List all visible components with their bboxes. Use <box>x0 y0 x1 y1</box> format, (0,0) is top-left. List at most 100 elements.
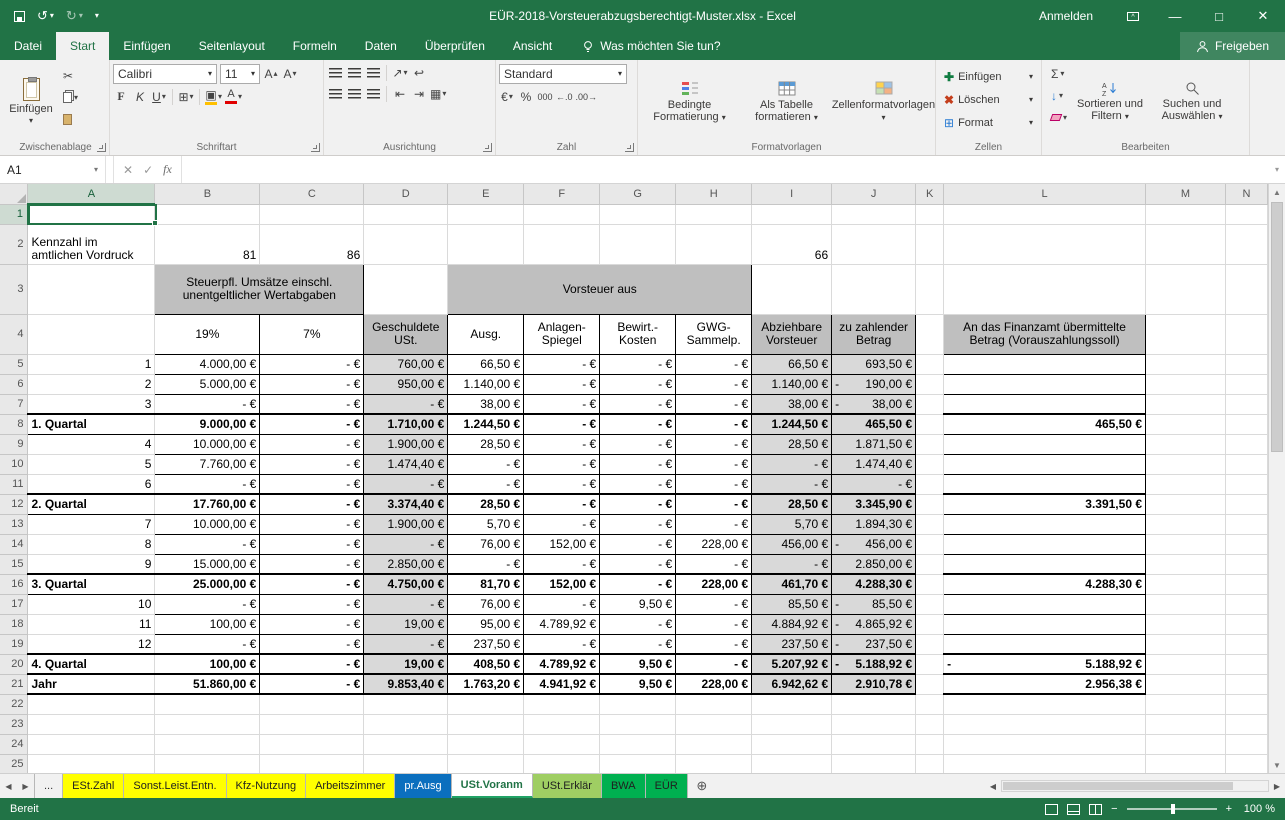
cell-E1[interactable] <box>448 204 524 224</box>
cell-D1[interactable] <box>364 204 448 224</box>
sort-filter-button[interactable]: AZ Sortieren und Filtern ▾ <box>1069 63 1151 140</box>
cell-K23[interactable] <box>916 714 944 734</box>
cell-H2[interactable] <box>676 224 752 264</box>
cell-C12[interactable]: - € <box>260 494 364 514</box>
cell-C2[interactable]: 86 <box>260 224 364 264</box>
cell-K21[interactable] <box>916 674 944 694</box>
cell-F1[interactable] <box>524 204 600 224</box>
align-center-button[interactable] <box>346 85 362 102</box>
sheet-tab-ESt.Zahl[interactable]: ESt.Zahl <box>63 774 124 798</box>
cell-B10[interactable]: 7.760,00 € <box>155 454 260 474</box>
sign-in-button[interactable]: Anmelden <box>1019 0 1113 32</box>
cell-K24[interactable] <box>916 734 944 754</box>
ribbon-tab-einfügen[interactable]: Einfügen <box>109 32 184 60</box>
number-dialog-launcher[interactable] <box>625 143 634 152</box>
cell-I10[interactable]: - € <box>752 454 832 474</box>
cell-B5[interactable]: 4.000,00 € <box>155 354 260 374</box>
wrap-text-button[interactable]: ↩ <box>411 64 427 81</box>
cell-F24[interactable] <box>524 734 600 754</box>
scroll-right-icon[interactable]: ▶ <box>1269 782 1285 791</box>
row-header-11[interactable]: 11 <box>0 474 28 494</box>
cell-I15[interactable]: - € <box>752 554 832 574</box>
cell-D7[interactable]: - € <box>364 394 448 414</box>
cell-C14[interactable]: - € <box>260 534 364 554</box>
cell-K25[interactable] <box>916 754 944 773</box>
cell-C17[interactable]: - € <box>260 594 364 614</box>
cell-H20[interactable]: - € <box>676 654 752 674</box>
cell-L6[interactable] <box>944 374 1146 394</box>
col-header-J[interactable]: J <box>832 184 916 204</box>
scroll-up-icon[interactable]: ▲ <box>1269 184 1285 200</box>
cell-J8[interactable]: 465,50 € <box>832 414 916 434</box>
cell-J4[interactable]: zu zahlender Betrag <box>832 314 916 354</box>
cell-M12[interactable] <box>1146 494 1226 514</box>
cell-N9[interactable] <box>1225 434 1267 454</box>
cell-M17[interactable] <box>1146 594 1226 614</box>
col-header-D[interactable]: D <box>364 184 448 204</box>
cell-G25[interactable] <box>600 754 676 773</box>
cell-D6[interactable]: 950,00 € <box>364 374 448 394</box>
cell-M25[interactable] <box>1146 754 1226 773</box>
col-header-M[interactable]: M <box>1146 184 1226 204</box>
row-header-13[interactable]: 13 <box>0 514 28 534</box>
cell-H22[interactable] <box>676 694 752 714</box>
cell-F12[interactable]: - € <box>524 494 600 514</box>
cell-E4[interactable]: Ausg. <box>448 314 524 354</box>
cell-E18[interactable]: 95,00 € <box>448 614 524 634</box>
sheet-nav-next-button[interactable]: ▶ <box>17 774 34 798</box>
cell-L4[interactable]: An das Finanzamt übermittelte Betrag (Vo… <box>944 314 1146 354</box>
cell-styles-button[interactable]: Zellenformatvorlagen ▾ <box>836 63 932 140</box>
cell-J17[interactable]: -85,50 € <box>832 594 916 614</box>
cell-L13[interactable] <box>944 514 1146 534</box>
cell-G7[interactable]: - € <box>600 394 676 414</box>
row-header-1[interactable]: 1 <box>0 204 28 224</box>
ribbon-display-options-button[interactable]: ^ <box>1113 0 1153 32</box>
cell-C7[interactable]: - € <box>260 394 364 414</box>
cell-F21[interactable]: 4.941,92 € <box>524 674 600 694</box>
row-header-17[interactable]: 17 <box>0 594 28 614</box>
cell-A5[interactable]: 1 <box>28 354 155 374</box>
zoom-in-button[interactable]: + <box>1226 803 1232 815</box>
cell-B13[interactable]: 10.000,00 € <box>155 514 260 534</box>
cell-D10[interactable]: 1.474,40 € <box>364 454 448 474</box>
cell-G10[interactable]: - € <box>600 454 676 474</box>
cell-F11[interactable]: - € <box>524 474 600 494</box>
cell-M4[interactable] <box>1146 314 1226 354</box>
cell-F2[interactable] <box>524 224 600 264</box>
cell-I23[interactable] <box>752 714 832 734</box>
cell-G16[interactable]: - € <box>600 574 676 594</box>
sheet-tab-overflow[interactable]: ... <box>34 774 63 798</box>
cell-L25[interactable] <box>944 754 1146 773</box>
cell-M7[interactable] <box>1146 394 1226 414</box>
cell-H13[interactable]: - € <box>676 514 752 534</box>
name-box[interactable]: A1▾ <box>0 156 106 183</box>
cell-M6[interactable] <box>1146 374 1226 394</box>
cell-J16[interactable]: 4.288,30 € <box>832 574 916 594</box>
copy-button[interactable]: ▾ <box>61 89 80 106</box>
page-layout-view-button[interactable] <box>1067 804 1080 815</box>
cell-F23[interactable] <box>524 714 600 734</box>
cell-K18[interactable] <box>916 614 944 634</box>
cell-M9[interactable] <box>1146 434 1226 454</box>
cell-A9[interactable]: 4 <box>28 434 155 454</box>
cell-F10[interactable]: - € <box>524 454 600 474</box>
cell-G5[interactable]: - € <box>600 354 676 374</box>
cell-I7[interactable]: 38,00 € <box>752 394 832 414</box>
cell-H5[interactable]: - € <box>676 354 752 374</box>
cut-button[interactable]: ✂ <box>61 67 80 84</box>
accounting-format-button[interactable]: €▾ <box>499 88 515 105</box>
sheet-tab-BWA[interactable]: BWA <box>602 774 646 798</box>
cell-J3[interactable] <box>832 264 916 314</box>
cell-L22[interactable] <box>944 694 1146 714</box>
cell-M19[interactable] <box>1146 634 1226 654</box>
cell-A18[interactable]: 11 <box>28 614 155 634</box>
cell-G12[interactable]: - € <box>600 494 676 514</box>
row-header-4[interactable]: 4 <box>0 314 28 354</box>
cell-L10[interactable] <box>944 454 1146 474</box>
col-header-B[interactable]: B <box>155 184 260 204</box>
cell-C6[interactable]: - € <box>260 374 364 394</box>
cell-D23[interactable] <box>364 714 448 734</box>
cell-H17[interactable]: - € <box>676 594 752 614</box>
cell-F15[interactable]: - € <box>524 554 600 574</box>
cell-H21[interactable]: 228,00 € <box>676 674 752 694</box>
